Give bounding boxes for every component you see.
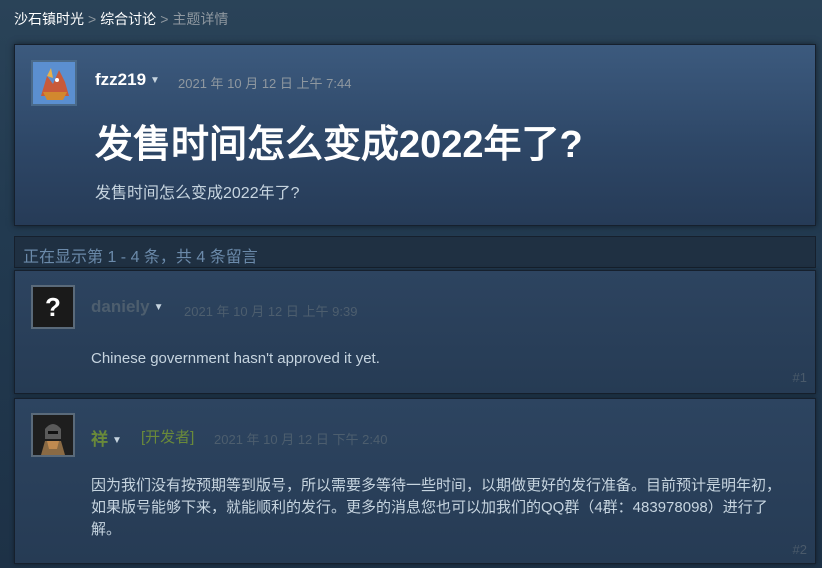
author-name: fzz219 [95,70,147,89]
comment-body: Chinese government hasn't approved it ye… [91,350,380,367]
question-mark-icon: ? [45,291,61,322]
breadcrumb-link-game[interactable]: 沙石镇时光 [14,11,84,27]
comment: 祥 ▼ [开发者] 2021 年 10 月 12 日 下午 2:40 因为我们没有… [14,398,816,564]
chevron-down-icon[interactable]: ▼ [154,302,164,313]
avatar[interactable] [31,60,77,106]
knight-avatar-icon [33,415,73,455]
author-name: 祥 [91,430,108,449]
comment-author[interactable]: 祥 ▼ [91,425,122,450]
breadcrumb: 沙石镇时光 > 综合讨论 > 主题详情 [14,9,228,29]
author-name: daniely [91,297,150,316]
dragon-avatar-icon [33,62,75,104]
topic-author[interactable]: fzz219 ▼ [95,70,160,90]
comment-number[interactable]: #1 [793,370,807,385]
topic-post: fzz219 ▼ 2021 年 10 月 12 日 上午 7:44 发售时间怎么变… [14,44,816,226]
avatar[interactable] [31,413,75,457]
breadcrumb-link-forum[interactable]: 综合讨论 [100,11,156,27]
comment-author[interactable]: daniely ▼ [91,297,164,317]
topic-date: 2021 年 10 月 12 日 上午 7:44 [178,76,352,91]
avatar[interactable]: ? [31,285,75,329]
comment-date: 2021 年 10 月 12 日 下午 2:40 [214,432,388,447]
comment-body: 因为我们没有按预期等到版号，所以需要多等待一些时间，以期做更好的发行准备。目前预… [91,477,782,538]
developer-badge: [开发者] [141,429,195,446]
comment-count: 正在显示第 1 - 4 条，共 4 条留言 [14,236,816,268]
comment: ? daniely ▼ 2021 年 10 月 12 日 上午 9:39 Chin… [14,270,816,394]
chevron-down-icon[interactable]: ▼ [150,75,160,86]
chevron-down-icon[interactable]: ▼ [112,435,122,446]
comment-date: 2021 年 10 月 12 日 上午 9:39 [184,304,358,319]
breadcrumb-separator: > [88,11,97,27]
topic-title: 发售时间怎么变成2022年了? [95,124,583,166]
comment-number[interactable]: #2 [793,542,807,557]
topic-body: 发售时间怎么变成2022年了? [95,185,300,202]
breadcrumb-separator: > [160,11,169,27]
breadcrumb-current: 主题详情 [172,11,229,27]
